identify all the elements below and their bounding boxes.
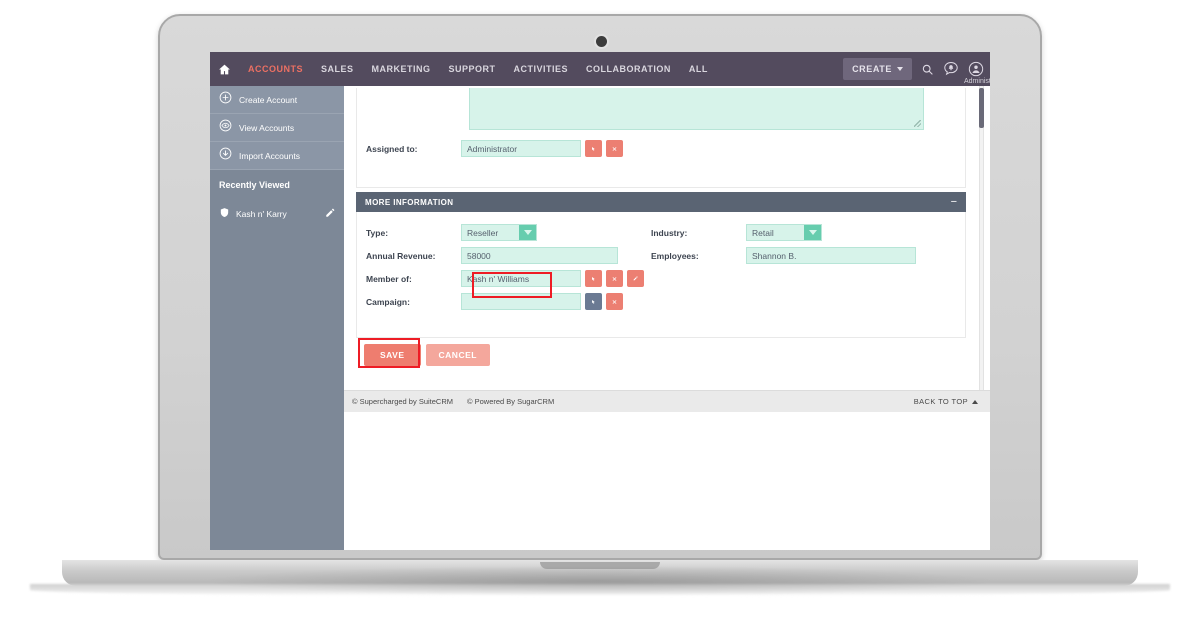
- nav-item-marketing[interactable]: MARKETING: [363, 53, 440, 85]
- notification-bell-icon[interactable]: [943, 61, 959, 77]
- chevron-down-icon: [519, 225, 536, 240]
- annual-revenue-label: Annual Revenue:: [366, 250, 436, 261]
- create-button-label: CREATE: [852, 64, 892, 74]
- industry-label: Industry:: [651, 227, 688, 238]
- nav-items: ACCOUNTS SALES MARKETING SUPPORT ACTIVIT…: [239, 53, 717, 85]
- main-content: Assigned to: MORE INFORMATION −: [344, 86, 990, 550]
- member-of-edit-button[interactable]: [627, 270, 644, 287]
- back-to-top-button[interactable]: BACK TO TOP: [914, 397, 978, 406]
- nav-item-accounts[interactable]: ACCOUNTS: [239, 53, 312, 85]
- back-to-top-label: BACK TO TOP: [913, 397, 968, 406]
- top-navigation-bar: ACCOUNTS SALES MARKETING SUPPORT ACTIVIT…: [210, 52, 990, 86]
- user-avatar[interactable]: Administ: [964, 61, 990, 85]
- member-of-label: Member of:: [366, 273, 412, 284]
- footer-sugarcrm-credit: © Powered By SugarCRM: [467, 397, 555, 406]
- industry-dropdown[interactable]: Retail: [746, 224, 822, 241]
- employees-input[interactable]: [746, 247, 916, 264]
- user-name-label: Administ: [964, 78, 990, 85]
- eye-circle-icon: [219, 119, 232, 137]
- arrow-up-icon: [972, 399, 978, 404]
- minus-icon[interactable]: −: [951, 197, 957, 208]
- webcam-icon: [596, 36, 607, 47]
- campaign-clear-button[interactable]: [606, 293, 623, 310]
- industry-value: Retail: [752, 227, 774, 238]
- campaign-label: Campaign:: [366, 296, 410, 307]
- search-icon[interactable]: [921, 63, 934, 76]
- annual-revenue-input[interactable]: [461, 247, 618, 264]
- sidebar-item-create-account[interactable]: Create Account: [210, 86, 344, 114]
- field-assigned-to: Assigned to:: [366, 140, 623, 157]
- sidebar-item-label: View Accounts: [239, 122, 295, 133]
- description-textarea[interactable]: [469, 88, 924, 130]
- scrollbar-thumb[interactable]: [979, 88, 984, 128]
- nav-item-collaboration[interactable]: COLLABORATION: [577, 53, 680, 85]
- member-of-select-button[interactable]: [585, 270, 602, 287]
- assigned-to-select-button[interactable]: [585, 140, 602, 157]
- nav-item-support[interactable]: SUPPORT: [440, 53, 505, 85]
- campaign-select-button[interactable]: [585, 293, 602, 310]
- field-annual-revenue: Annual Revenue:: [366, 247, 618, 264]
- recently-viewed-title: Recently Viewed: [219, 180, 290, 190]
- nav-right-group: CREATE Administ: [843, 52, 990, 86]
- browser-viewport: ACCOUNTS SALES MARKETING SUPPORT ACTIVIT…: [210, 52, 990, 550]
- sidebar-item-label: Import Accounts: [239, 150, 300, 161]
- field-industry: Industry: Retail: [651, 224, 822, 241]
- more-information-header[interactable]: MORE INFORMATION −: [356, 192, 966, 212]
- laptop-shadow: [210, 566, 990, 596]
- download-circle-icon: [219, 147, 232, 165]
- cancel-button[interactable]: CANCEL: [425, 344, 490, 366]
- resize-grip-icon[interactable]: [914, 120, 921, 127]
- form-action-bar: SAVE CANCEL: [364, 344, 490, 366]
- field-campaign: Campaign:: [366, 293, 623, 310]
- field-member-of: Member of:: [366, 270, 644, 287]
- recent-item-kash-n-karry[interactable]: Kash n' Karry: [210, 202, 344, 226]
- member-of-input[interactable]: [461, 270, 581, 287]
- more-information-title: MORE INFORMATION: [365, 197, 454, 207]
- nav-item-activities[interactable]: ACTIVITIES: [505, 53, 578, 85]
- create-button[interactable]: CREATE: [843, 58, 912, 80]
- shield-icon: [219, 205, 230, 223]
- chevron-down-icon: [897, 67, 903, 71]
- home-icon[interactable]: [218, 63, 231, 76]
- footer-suitecrm-credit: © Supercharged by SuiteCRM: [352, 397, 453, 406]
- nav-item-sales[interactable]: SALES: [312, 53, 363, 85]
- employees-label: Employees:: [651, 250, 699, 261]
- page-footer: © Supercharged by SuiteCRM © Powered By …: [344, 390, 990, 412]
- recent-item-label: Kash n' Karry: [236, 209, 287, 219]
- type-dropdown[interactable]: Reseller: [461, 224, 537, 241]
- sidebar-item-import-accounts[interactable]: Import Accounts: [210, 142, 344, 170]
- nav-item-all[interactable]: ALL: [680, 53, 717, 85]
- page-background-below-footer: [344, 412, 990, 550]
- save-button[interactable]: SAVE: [364, 344, 421, 366]
- footer-credits: © Supercharged by SuiteCRM © Powered By …: [352, 397, 554, 406]
- type-label: Type:: [366, 227, 389, 238]
- plus-circle-icon: [219, 91, 232, 109]
- sidebar-item-view-accounts[interactable]: View Accounts: [210, 114, 344, 142]
- detail-panel-top: Assigned to:: [356, 88, 966, 188]
- assigned-to-clear-button[interactable]: [606, 140, 623, 157]
- field-type: Type: Reseller: [366, 224, 537, 241]
- sidebar: Create Account View Accounts Import Acco…: [210, 86, 344, 550]
- more-information-body: Type: Reseller Industry: Retail Annual R…: [356, 212, 966, 338]
- assigned-to-input[interactable]: [461, 140, 581, 157]
- field-employees: Employees:: [651, 247, 916, 264]
- campaign-input[interactable]: [461, 293, 581, 310]
- screenshot-stage: ACCOUNTS SALES MARKETING SUPPORT ACTIVIT…: [0, 0, 1200, 630]
- assigned-to-label: Assigned to:: [366, 143, 418, 154]
- pencil-icon[interactable]: [325, 205, 335, 223]
- recently-viewed-section: Recently Viewed Kash n' Karry: [210, 170, 344, 550]
- chevron-down-icon: [804, 225, 821, 240]
- sidebar-item-label: Create Account: [239, 94, 298, 105]
- type-value: Reseller: [467, 227, 499, 238]
- member-of-clear-button[interactable]: [606, 270, 623, 287]
